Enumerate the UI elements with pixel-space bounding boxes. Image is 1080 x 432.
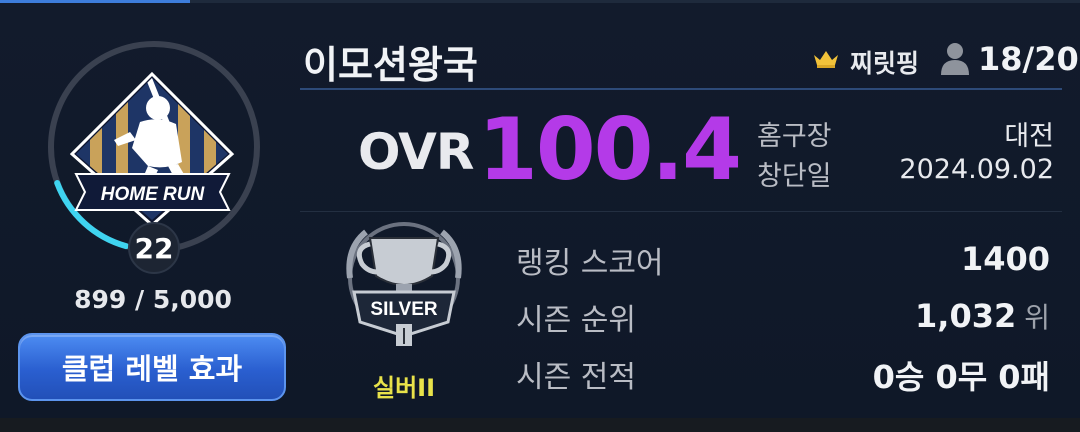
season-rank-unit: 위	[1024, 301, 1050, 334]
season-rank: 1,032 위	[915, 296, 1050, 336]
person-icon	[941, 43, 969, 75]
club-exp-text: 899 / 5,000	[74, 285, 232, 314]
season-rank-value: 1,032	[915, 297, 1017, 335]
bottom-divider	[0, 418, 1080, 432]
season-record-value: 0승 0무 0패	[872, 358, 1050, 396]
ovr-value: 100.4	[478, 100, 742, 200]
club-level-effect-button[interactable]: 클럽 레벨 효과	[18, 333, 286, 401]
ovr-label: OVR	[358, 123, 474, 181]
season-record-label: 시즌 전적	[516, 360, 636, 395]
top-accent-bar	[0, 0, 190, 3]
section-divider	[300, 211, 1062, 212]
club-level-badge: 22	[128, 222, 180, 274]
home-stadium-value: 대전	[1004, 121, 1054, 152]
top-bar-line	[190, 0, 1080, 3]
emblem-text: HOME RUN	[101, 184, 206, 205]
ranking-score-value: 1400	[960, 240, 1050, 278]
founded-date-value: 2024.09.02	[899, 154, 1054, 185]
season-rank-label: 시즌 순위	[516, 303, 636, 338]
baseball-emblem-icon: HOME RUN	[70, 71, 235, 228]
home-stadium-label: 홈구장	[757, 121, 832, 152]
member-count: 18/20	[978, 40, 1079, 78]
ranking-score-label: 랭킹 스코어	[516, 246, 664, 281]
founded-date-label: 창단일	[757, 161, 832, 192]
header-divider	[300, 88, 1062, 90]
silver-trophy-icon: SILVER	[346, 222, 462, 346]
tier-badge-text: SILVER	[370, 299, 437, 320]
club-name: 이모션왕국	[303, 43, 478, 87]
crown-icon	[814, 51, 838, 68]
club-owner-name[interactable]: 찌릿핑	[850, 44, 919, 80]
tier-name: 실버II	[372, 374, 436, 402]
